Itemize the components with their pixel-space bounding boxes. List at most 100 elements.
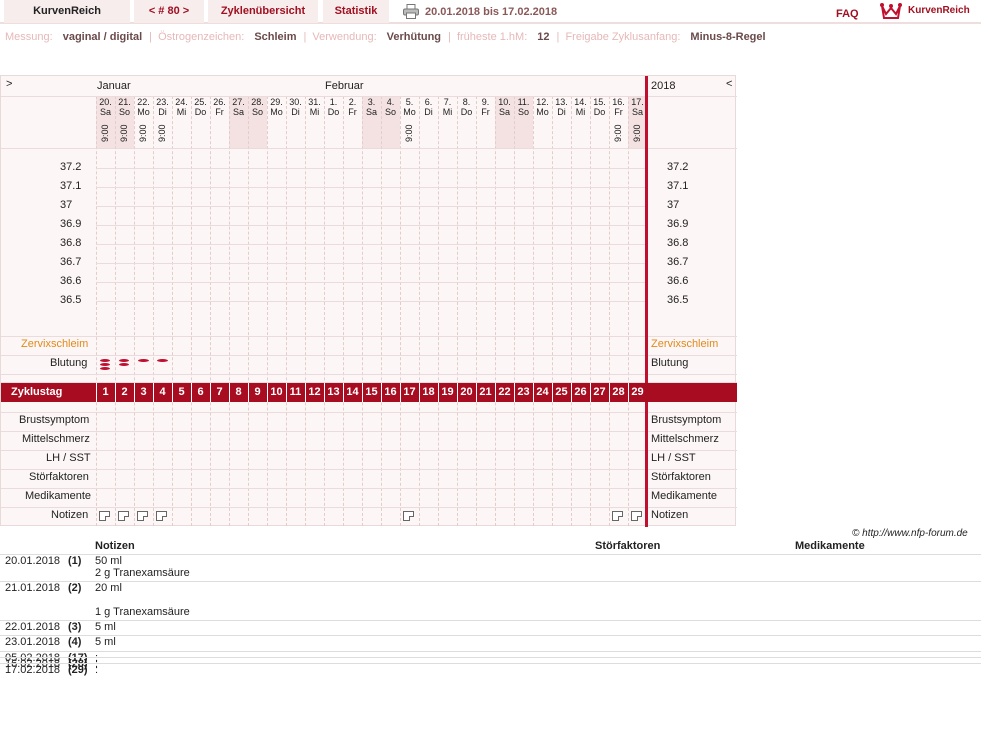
row-label-meds-left: Medikamente [25, 490, 92, 502]
measure-time: 9:00 [115, 124, 134, 146]
note-icon[interactable] [99, 511, 110, 521]
day-header: 31. Mi [305, 97, 324, 117]
measure-time [552, 126, 571, 146]
notes-line: 50 ml [95, 555, 122, 567]
measure-time [476, 126, 495, 146]
notes-line: 5 ml [95, 636, 116, 648]
chart-nav-next[interactable]: < [726, 78, 732, 90]
day-number: 5. [405, 97, 414, 107]
day-header: 27. Sa [229, 97, 248, 117]
cycle-day-number: 4 [159, 386, 166, 398]
grid-vline [533, 96, 534, 526]
meta-value-release: Minus-8-Regel [690, 31, 766, 43]
notes-date: 23.01.2018 [5, 636, 61, 648]
temp-label-right: 36.5 [667, 294, 689, 306]
cycle-chart: > < Januar Februar 2018 20. Sa 9:00 21. So 9:… [0, 75, 737, 527]
faq-link[interactable]: FAQ [836, 8, 859, 20]
cycle-day-number: 25 [555, 386, 568, 398]
year-label: 2018 [651, 80, 676, 92]
weekday: Di [557, 107, 566, 117]
bleeding-mark [138, 359, 149, 362]
day-number: 3. [367, 97, 376, 107]
temp-gridline [96, 244, 647, 245]
day-header: 29. Mo [267, 97, 286, 117]
notes-text: 5 ml [95, 621, 116, 633]
temp-label-right: 36.8 [667, 237, 689, 249]
temp-gridline [96, 263, 647, 264]
day-number: 26. [213, 97, 226, 107]
weekday: Fr [614, 107, 623, 117]
cycle-day-number: 26 [574, 386, 587, 398]
day-header: 22. Mo [134, 97, 153, 117]
row-label-breast-right: Brustsymptom [651, 414, 722, 426]
notes-row: 16.02.2018 (28): [0, 657, 981, 670]
cycle-day-number: 24 [536, 386, 549, 398]
note-icon[interactable] [612, 511, 623, 521]
temp-label-right: 36.6 [667, 275, 689, 287]
temp-gridline [96, 187, 647, 188]
grid-vline [476, 96, 477, 526]
col-header-notes: Notizen [95, 540, 135, 552]
measure-time [191, 126, 210, 146]
day-number: 24. [175, 97, 188, 107]
weekday: So [118, 107, 130, 117]
bleeding-mark [100, 359, 110, 362]
weekday: Mo [270, 107, 283, 117]
day-number: 7. [443, 97, 452, 107]
day-header: 20. Sa [96, 97, 115, 117]
measure-time: 9:00 [153, 124, 172, 146]
day-number: 22. [137, 97, 150, 107]
grid-vline [115, 96, 116, 526]
tab-cycle-overview[interactable]: Zyklenübersicht [208, 0, 318, 23]
temp-label-left: 36.9 [60, 218, 82, 230]
day-header: 9. Fr [476, 97, 495, 117]
measure-time-text: 9:00 [632, 124, 642, 142]
row-label-lh-left: LH / SST [46, 452, 91, 464]
note-icon[interactable] [631, 511, 642, 521]
measure-time [514, 126, 533, 146]
note-icon[interactable] [156, 511, 167, 521]
notes-text: 20 ml 1 g Tranexamsäure [95, 582, 190, 618]
grid-vline [191, 96, 192, 526]
cycle-day-number: 22 [498, 386, 511, 398]
cycle-day-number: 3 [140, 386, 147, 398]
measure-time [286, 126, 305, 146]
row-label-midpain-right: Mittelschmerz [651, 433, 719, 445]
grid-vline [305, 96, 306, 526]
measure-time [571, 126, 590, 146]
printer-icon[interactable] [403, 4, 419, 19]
day-number: 11. [517, 97, 530, 107]
note-icon[interactable] [118, 511, 129, 521]
copyright-text: © http://www.nfp-forum.de [852, 528, 968, 539]
bleeding-mark [157, 359, 168, 362]
day-number: 31. [308, 97, 321, 107]
measure-time-text: 9:00 [404, 124, 414, 142]
cycle-day-number: 28 [612, 386, 625, 398]
bleeding-mark [100, 363, 110, 366]
note-icon[interactable] [403, 511, 414, 521]
tab-statistics[interactable]: Statistik [323, 0, 389, 23]
grid-vline [343, 96, 344, 526]
grid-hline [1, 374, 737, 375]
meta-label-measurement: Messung: [5, 31, 53, 43]
cycle-end-marker [645, 76, 648, 527]
cycle-day-number: 12 [308, 386, 321, 398]
measure-time-text: 9:00 [119, 124, 129, 142]
notes-row: 20.01.2018 (1) 50 ml 2 g Tranexamsäure [0, 554, 981, 579]
day-header: 23. Di [153, 97, 172, 117]
temp-label-right: 36.9 [667, 218, 689, 230]
temp-gridline [96, 225, 647, 226]
cycle-navigator[interactable]: < # 80 > [134, 0, 204, 23]
day-number: 25. [194, 97, 207, 107]
temp-label-right: 37 [667, 199, 680, 211]
note-icon[interactable] [137, 511, 148, 521]
row-label-lh-right: LH / SST [651, 452, 696, 464]
day-number: 2. [348, 97, 357, 107]
chart-nav-prev[interactable]: > [6, 78, 12, 90]
temp-label-right: 37.2 [667, 161, 689, 173]
meta-label-earliest: früheste 1.hM: [456, 31, 528, 43]
grid-hline [1, 336, 737, 337]
day-number: 12. [536, 97, 549, 107]
grid-vline [229, 96, 230, 526]
day-number: 4. [386, 97, 395, 107]
